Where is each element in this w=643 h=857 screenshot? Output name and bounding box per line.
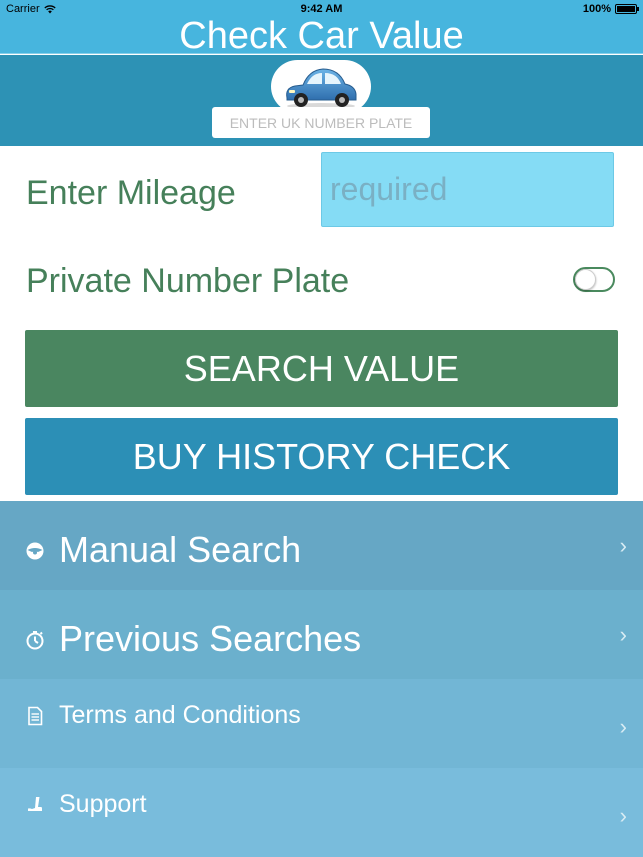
document-icon (28, 706, 43, 726)
chevron-right-icon: › (619, 714, 627, 739)
chevron-right-icon: › (619, 533, 627, 558)
search-value-button[interactable]: SEARCH VALUE (25, 330, 618, 407)
battery-percent: 100% (582, 3, 611, 15)
private-plate-label: Private Number Plate (26, 262, 350, 300)
chevron-right-icon: › (619, 622, 627, 647)
menu-item-label: Support (59, 790, 147, 818)
menu-item-support[interactable]: Support › (0, 768, 643, 857)
menu-item-label: Previous Searches (59, 618, 362, 659)
battery-icon (615, 4, 639, 14)
mileage-label: Enter Mileage (26, 174, 236, 212)
car-badge (271, 60, 371, 113)
steering-wheel-icon (26, 542, 44, 560)
menu-item-label: Terms and Conditions (59, 701, 301, 729)
buy-history-check-button[interactable]: BUY HISTORY CHECK (25, 418, 618, 495)
page-title: Check Car Value (179, 15, 464, 57)
toggle-knob (575, 269, 596, 290)
menu-item-terms-and-conditions[interactable]: Terms and Conditions › (0, 679, 643, 768)
menu-list: Manual Search › Previous Searches › Term… (0, 501, 643, 857)
mileage-input[interactable] (321, 152, 614, 227)
number-plate-input[interactable] (212, 107, 430, 138)
menu-item-previous-searches[interactable]: Previous Searches › (0, 590, 643, 679)
private-plate-toggle[interactable] (573, 267, 615, 292)
stopwatch-icon (26, 631, 44, 650)
status-time: 9:42 AM (300, 3, 343, 15)
support-icon (28, 797, 42, 811)
car-icon (286, 68, 357, 109)
nav-bar: Check Car Value (0, 15, 643, 57)
battery-group: 100% (582, 3, 639, 15)
menu-item-label: Manual Search (59, 529, 302, 570)
menu-item-manual-search[interactable]: Manual Search › (0, 501, 643, 590)
plate-area (0, 55, 643, 146)
chevron-right-icon: › (619, 803, 627, 828)
